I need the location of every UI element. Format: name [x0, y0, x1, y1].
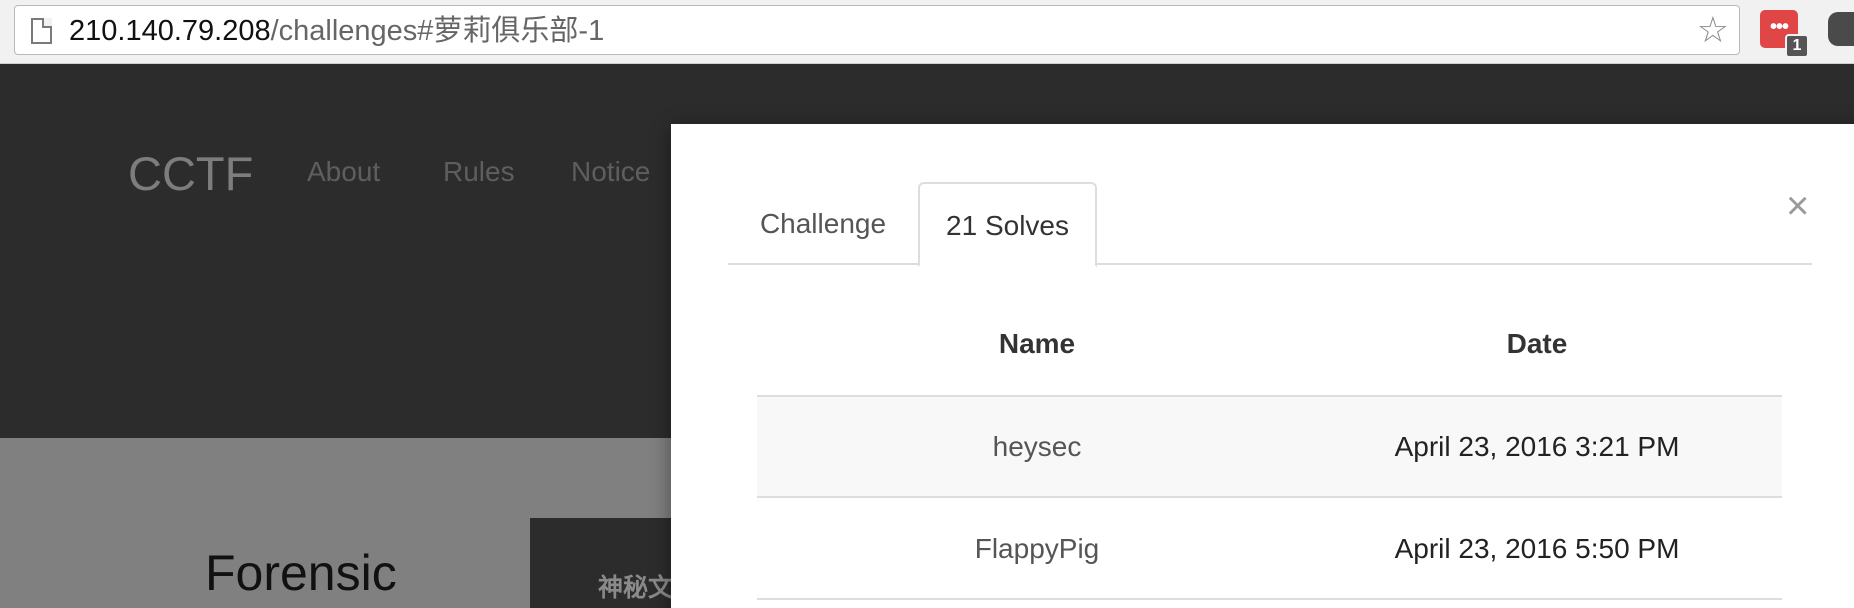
nav-notice[interactable]: Notice: [571, 156, 650, 188]
address-bar[interactable]: 210.140.79.208/challenges#萝莉俱乐部-1 ☆: [14, 5, 1740, 55]
nav-rules[interactable]: Rules: [443, 156, 515, 188]
bookmark-star-icon[interactable]: ☆: [1697, 12, 1729, 48]
url-host: 210.140.79.208: [69, 15, 271, 47]
site-brand[interactable]: CCTF: [128, 146, 253, 201]
extension-badge: 1: [1785, 34, 1809, 58]
url-path: /challenges#萝莉俱乐部-1: [270, 15, 605, 47]
challenge-tile-label: 神秘文: [598, 574, 674, 602]
solve-date: April 23, 2016 3:21 PM: [1394, 431, 1680, 462]
nav-about[interactable]: About: [307, 156, 380, 188]
page-icon: [31, 18, 52, 44]
tab-solves[interactable]: 21 Solves: [918, 182, 1097, 267]
column-header-date: Date: [1506, 328, 1568, 359]
table-row: FlappyPig April 23, 2016 5:50 PM: [757, 499, 1782, 600]
category-title: Forensic: [205, 545, 397, 601]
url-text[interactable]: 210.140.79.208/challenges#萝莉俱乐部-1: [69, 16, 604, 46]
extension-icon-2[interactable]: [1828, 12, 1854, 46]
solve-date: April 23, 2016 5:50 PM: [1394, 533, 1680, 564]
table-row: heysec April 23, 2016 3:21 PM: [757, 397, 1782, 498]
browser-toolbar: 210.140.79.208/challenges#萝莉俱乐部-1 ☆ ••• …: [0, 0, 1854, 64]
tab-challenge[interactable]: Challenge: [728, 182, 918, 265]
modal-tabs: Challenge 21 Solves: [728, 182, 1812, 267]
